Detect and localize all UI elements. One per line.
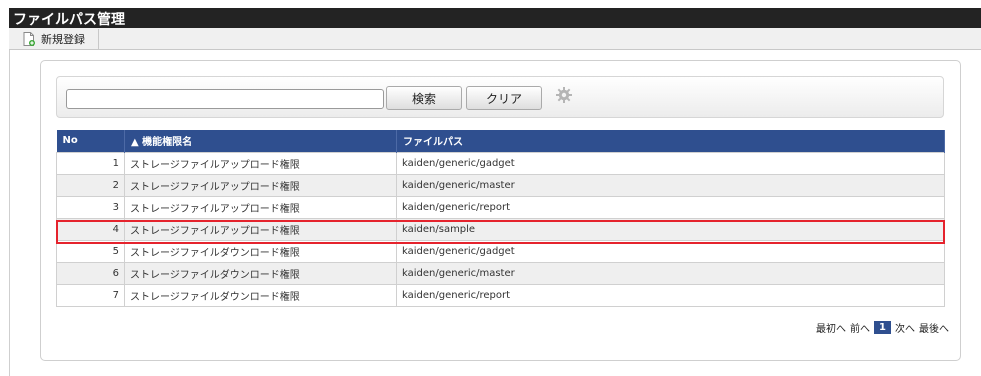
new-register-label: 新規登録	[41, 33, 85, 46]
pager-first-link[interactable]: 最初へ	[816, 320, 846, 335]
cell-no: 2	[56, 173, 125, 197]
new-register-button[interactable]: 新規登録	[17, 29, 99, 49]
gear-icon[interactable]	[555, 86, 573, 104]
table-row[interactable]: 6 ストレージファイルダウンロード権限 kaiden/generic/maste…	[56, 261, 945, 285]
pager-last-link[interactable]: 最後へ	[919, 320, 949, 335]
cell-name: ストレージファイルダウンロード権限	[124, 261, 397, 285]
table-row[interactable]: 7 ストレージファイルダウンロード権限 kaiden/generic/repor…	[56, 283, 945, 307]
table-row[interactable]: 1 ストレージファイルアップロード権限 kaiden/generic/gadge…	[56, 151, 945, 175]
clear-button[interactable]: クリア	[466, 86, 542, 110]
table-header-row: No ▲ 機能権限名 ファイルパス	[56, 130, 945, 152]
column-header-path[interactable]: ファイルパス	[396, 130, 945, 152]
cell-name: ストレージファイルダウンロード権限	[124, 239, 397, 263]
table-row[interactable]: 4 ストレージファイルアップロード権限 kaiden/sample	[56, 217, 945, 241]
pager-prev-link[interactable]: 前へ	[850, 320, 870, 335]
table-row[interactable]: 3 ストレージファイルアップロード権限 kaiden/generic/repor…	[56, 195, 945, 219]
cell-no: 1	[56, 151, 125, 175]
cell-path: kaiden/generic/report	[396, 283, 945, 307]
title-bar: ファイルパス管理	[9, 8, 981, 28]
cell-path: kaiden/generic/master	[396, 261, 945, 285]
cell-name: ストレージファイルアップロード権限	[124, 217, 397, 241]
page-title: ファイルパス管理	[13, 12, 125, 28]
table-row[interactable]: 5 ストレージファイルダウンロード権限 kaiden/generic/gadge…	[56, 239, 945, 263]
new-document-icon	[23, 32, 35, 46]
cell-path: kaiden/generic/report	[396, 195, 945, 219]
cell-name: ストレージファイルアップロード権限	[124, 151, 397, 175]
table-row[interactable]: 2 ストレージファイルアップロード権限 kaiden/generic/maste…	[56, 173, 945, 197]
cell-path: kaiden/generic/gadget	[396, 239, 945, 263]
search-input[interactable]	[66, 89, 384, 109]
search-bar: 検索 クリア	[56, 76, 944, 118]
cell-name: ストレージファイルアップロード権限	[124, 173, 397, 197]
cell-no: 5	[56, 239, 125, 263]
toolbar: 新規登録	[9, 28, 981, 50]
cell-no: 4	[56, 217, 125, 241]
column-header-no[interactable]: No	[56, 130, 125, 152]
cell-path: kaiden/generic/gadget	[396, 151, 945, 175]
cell-no: 3	[56, 195, 125, 219]
cell-name: ストレージファイルアップロード権限	[124, 195, 397, 219]
cell-no: 6	[56, 261, 125, 285]
pagination: 最初へ 前へ 1 次へ 最後へ	[816, 319, 953, 335]
pager-next-link[interactable]: 次へ	[895, 320, 915, 335]
file-path-table: No ▲ 機能権限名 ファイルパス 1 ストレージファイルアップロード権限 ka…	[56, 130, 945, 307]
cell-no: 7	[56, 283, 125, 307]
cell-path: kaiden/sample	[396, 217, 945, 241]
content-border	[9, 50, 10, 376]
column-header-name[interactable]: ▲ 機能権限名	[124, 130, 397, 152]
search-button[interactable]: 検索	[386, 86, 462, 110]
cell-name: ストレージファイルダウンロード権限	[124, 283, 397, 307]
cell-path: kaiden/generic/master	[396, 173, 945, 197]
pager-current-page[interactable]: 1	[874, 320, 891, 334]
